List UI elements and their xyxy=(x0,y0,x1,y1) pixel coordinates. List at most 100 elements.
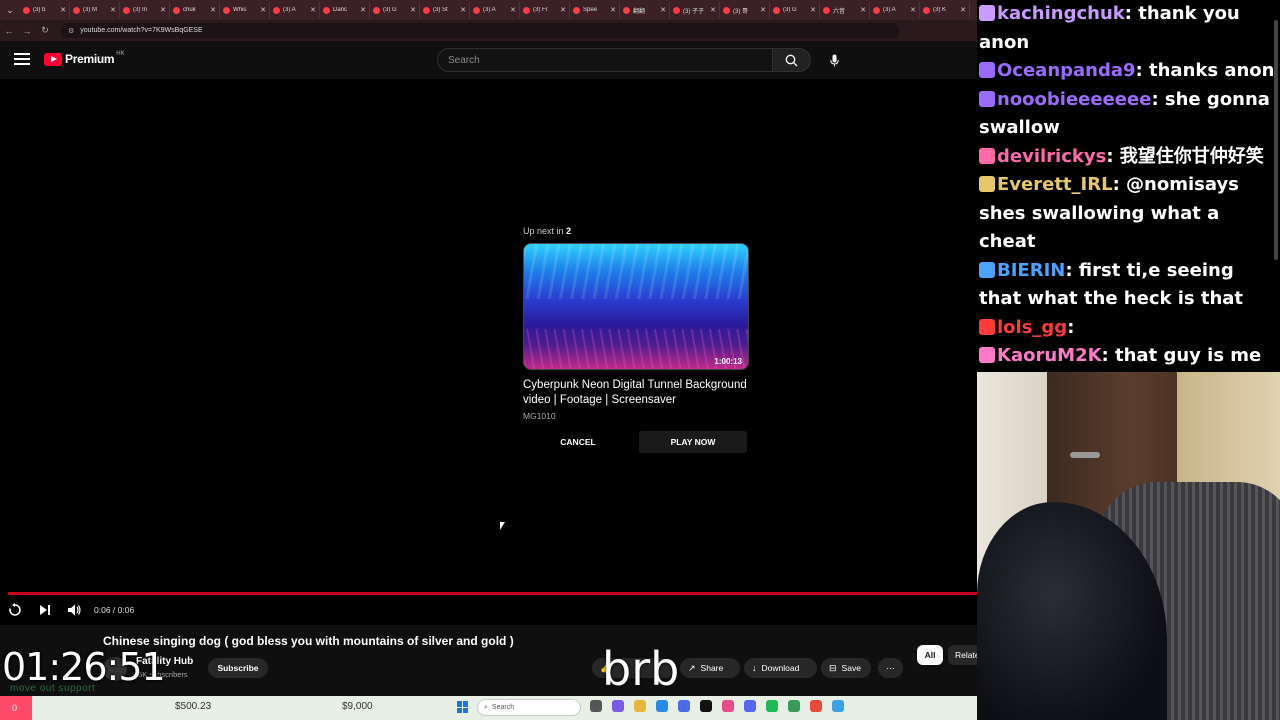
browser-tab[interactable]: (3) Fr ✕ xyxy=(520,2,570,18)
brb-overlay: brb xyxy=(602,642,680,696)
browser-tab[interactable]: Spee ✕ xyxy=(570,2,620,18)
app-icon[interactable] xyxy=(766,700,778,712)
app-icon[interactable] xyxy=(612,700,624,712)
chat-username[interactable]: Oceanpanda9 xyxy=(997,60,1136,81)
share-button[interactable]: ↗ Share xyxy=(680,658,740,678)
more-actions-button[interactable]: ⋯ xyxy=(878,658,903,678)
browser-tab[interactable]: (3) 哥 ✕ xyxy=(720,2,770,18)
app-icon[interactable] xyxy=(656,700,668,712)
forward-icon[interactable]: → xyxy=(18,26,36,36)
browser-tab[interactable]: (3) 子子 ✕ xyxy=(670,2,720,18)
goal-target: $9,000 xyxy=(342,701,373,712)
app-icon[interactable] xyxy=(722,700,734,712)
next-button[interactable] xyxy=(30,599,60,621)
up-next-actions: CANCEL PLAY NOW xyxy=(523,431,749,453)
browser-tab[interactable]: (3) A ✕ xyxy=(870,2,920,18)
site-info-icon[interactable]: ⚙ xyxy=(68,27,74,35)
app-icon[interactable] xyxy=(832,700,844,712)
search-button[interactable] xyxy=(772,48,811,72)
up-next-thumbnail[interactable]: 1:00:13 xyxy=(523,243,749,370)
up-next-title[interactable]: Cyberpunk Neon Digital Tunnel Background… xyxy=(523,378,749,408)
search-icon xyxy=(785,54,798,66)
browser-tab[interactable]: (3) G ✕ xyxy=(770,2,820,18)
tab-close-icon[interactable]: ✕ xyxy=(360,6,366,14)
volume-button[interactable] xyxy=(60,599,90,621)
app-icon[interactable] xyxy=(788,700,800,712)
browser-tab[interactable]: (3) In ✕ xyxy=(120,2,170,18)
browser-tab[interactable]: (3) A ✕ xyxy=(470,2,520,18)
reload-icon[interactable]: ↻ xyxy=(36,25,54,36)
tab-close-icon[interactable]: ✕ xyxy=(210,6,216,14)
tab-close-icon[interactable]: ✕ xyxy=(160,6,166,14)
browser-tab[interactable]: chuk ✕ xyxy=(170,2,220,18)
chat-username[interactable]: lols_gg xyxy=(997,317,1067,338)
browser-tab[interactable]: (3) St ✕ xyxy=(420,2,470,18)
voice-search-button[interactable] xyxy=(826,52,842,68)
tab-close-icon[interactable]: ✕ xyxy=(960,6,966,14)
search-input[interactable] xyxy=(437,48,773,72)
chat-username[interactable]: devilrickys xyxy=(997,146,1106,167)
tab-close-icon[interactable]: ✕ xyxy=(610,6,616,14)
tab-favicon-icon xyxy=(123,6,130,14)
tab-close-icon[interactable]: ✕ xyxy=(460,6,466,14)
tab-close-icon[interactable]: ✕ xyxy=(710,6,716,14)
browser-tab[interactable]: 六音 ✕ xyxy=(820,2,870,18)
browser-tab[interactable]: (3) A ✕ xyxy=(270,2,320,18)
screen: ⌄ (3) b ✕ (3) M ✕ (3) In ✕ chuk ✕ Whis ✕ (3) A ✕ Dan… xyxy=(0,0,1280,720)
cancel-button[interactable]: CANCEL xyxy=(523,431,633,453)
chat-scrollbar[interactable] xyxy=(1274,20,1278,260)
tab-close-icon[interactable]: ✕ xyxy=(110,6,116,14)
browser-tab[interactable]: Danc ✕ xyxy=(320,2,370,18)
video-player[interactable]: Up next in 2 1:00:13 Cyberpunk Neon Digi… xyxy=(0,79,977,625)
taskbar-apps xyxy=(590,700,854,712)
tab-close-icon[interactable]: ✕ xyxy=(860,6,866,14)
chat-username[interactable]: KaoruM2K xyxy=(997,345,1102,366)
play-now-button[interactable]: PLAY NOW xyxy=(639,431,747,453)
chat-username[interactable]: nooobieeeeeee xyxy=(997,89,1151,110)
app-icon[interactable] xyxy=(810,700,822,712)
app-icon[interactable] xyxy=(744,700,756,712)
tab-close-icon[interactable]: ✕ xyxy=(910,6,916,14)
tab-close-icon[interactable]: ✕ xyxy=(660,6,666,14)
tab-close-icon[interactable]: ✕ xyxy=(760,6,766,14)
chat-message: Oceanpanda9: thanks anon xyxy=(979,57,1276,86)
tab-close-icon[interactable]: ✕ xyxy=(310,6,316,14)
tab-close-icon[interactable]: ✕ xyxy=(60,6,66,14)
browser-tab[interactable]: Whis ✕ xyxy=(220,2,270,18)
tab-close-icon[interactable]: ✕ xyxy=(260,6,266,14)
tab-close-icon[interactable]: ✕ xyxy=(560,6,566,14)
chat-message: devilrickys: 我望住你甘仲好笑 xyxy=(979,143,1276,172)
replay-button[interactable] xyxy=(0,599,30,621)
tab-close-icon[interactable]: ✕ xyxy=(510,6,516,14)
chat-text: : thanks anon xyxy=(1135,60,1275,81)
windows-start-icon[interactable] xyxy=(457,701,469,713)
tab-close-icon[interactable]: ✕ xyxy=(810,6,816,14)
app-icon[interactable] xyxy=(678,700,690,712)
url-field[interactable]: ⚙ youtube.com/watch?v=7K9WsBqGESE xyxy=(60,23,900,38)
progress-bar[interactable] xyxy=(8,592,977,595)
chat-username[interactable]: kachingchuk xyxy=(997,3,1125,24)
youtube-logo[interactable]: Premium HK xyxy=(44,51,125,66)
save-button[interactable]: ⊟ Save xyxy=(821,658,871,678)
chat-username[interactable]: Everett_IRL xyxy=(997,174,1113,195)
chat-username[interactable]: BIERIN xyxy=(997,260,1065,281)
youtube-header: Premium HK xyxy=(0,41,977,79)
tab-search-icon[interactable]: ⌄ xyxy=(0,0,20,20)
browser-tab[interactable]: (3) G ✕ xyxy=(370,2,420,18)
app-icon[interactable] xyxy=(590,700,602,712)
subscribe-button[interactable]: Subscribe xyxy=(208,658,268,678)
browser-tab[interactable]: (3) K ✕ xyxy=(920,2,970,18)
chat-message: kachingchuk: thank you anon xyxy=(979,0,1276,57)
browser-tab[interactable]: 翻翻 ✕ xyxy=(620,2,670,18)
browser-tab[interactable]: (3) b ✕ xyxy=(20,2,70,18)
tab-close-icon[interactable]: ✕ xyxy=(410,6,416,14)
taskbar-search[interactable]: ⌕ Search xyxy=(477,699,581,716)
browser-tab[interactable]: (3) M ✕ xyxy=(70,2,120,18)
chip-all[interactable]: All xyxy=(917,645,943,665)
app-icon[interactable] xyxy=(700,700,712,712)
download-button[interactable]: ↓ Download xyxy=(744,658,817,678)
menu-icon[interactable] xyxy=(14,53,30,65)
tab-label: (3) M xyxy=(83,7,97,13)
back-icon[interactable]: ← xyxy=(0,26,18,36)
app-icon[interactable] xyxy=(634,700,646,712)
